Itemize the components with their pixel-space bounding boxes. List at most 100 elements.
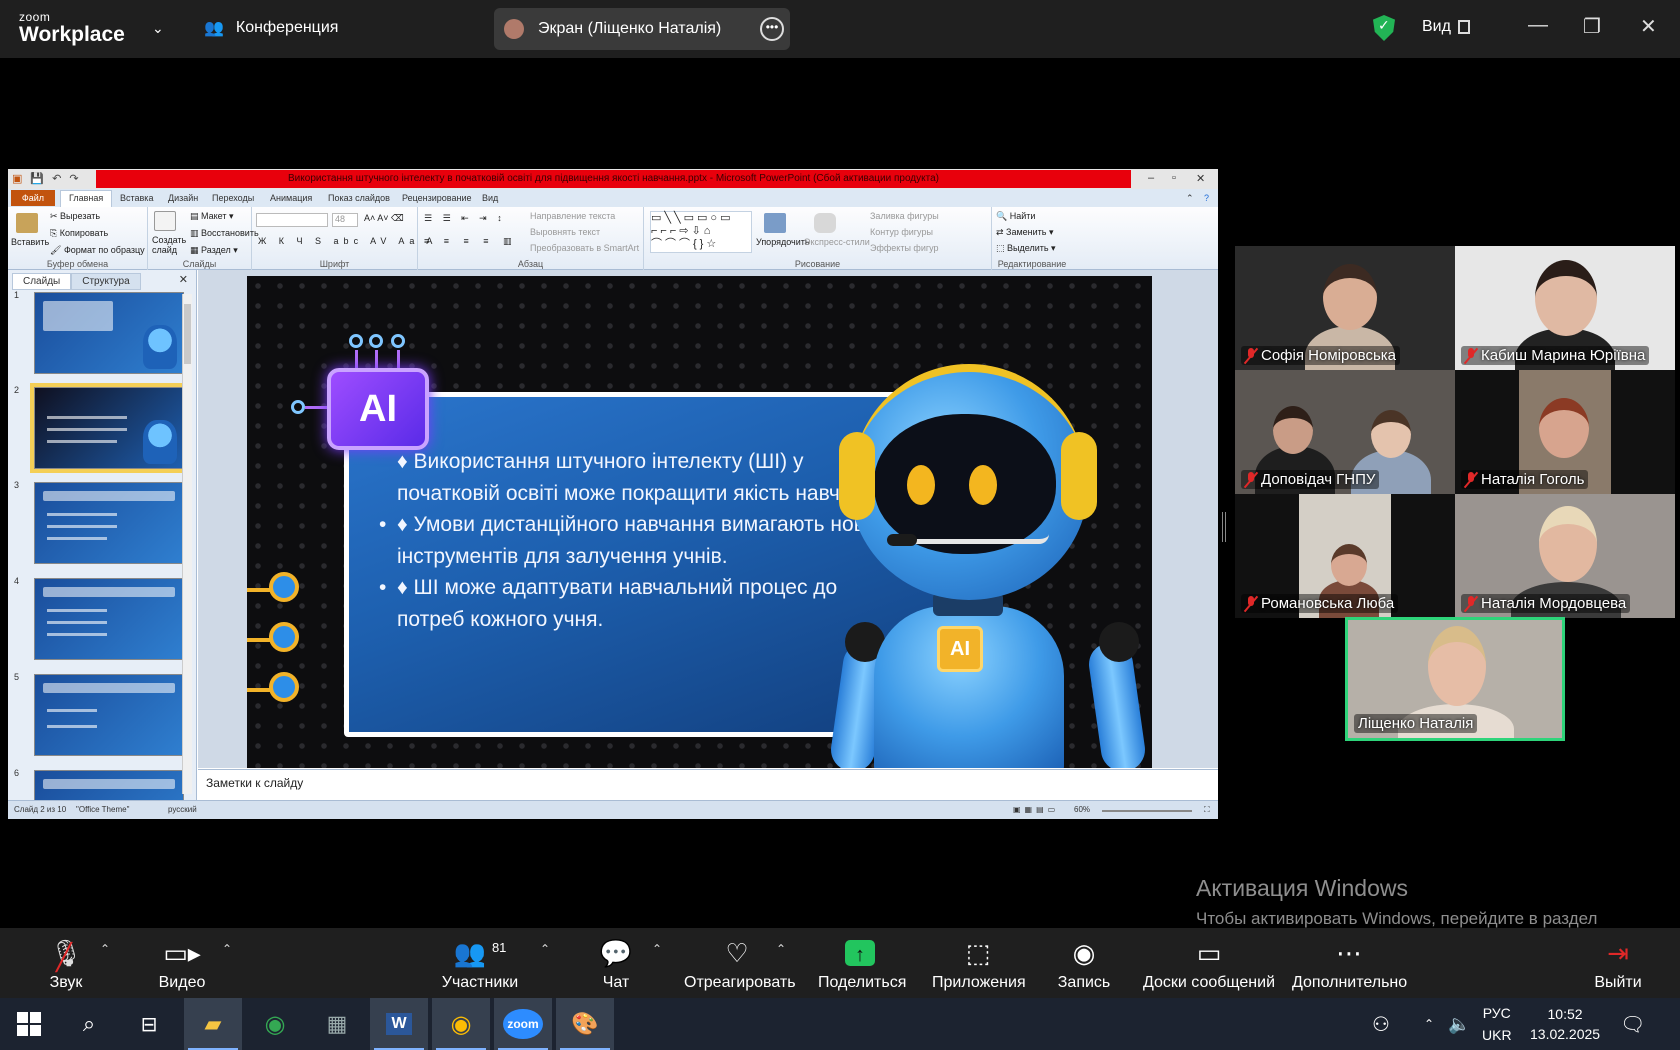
current-slide[interactable]: AI ♦ Використання штучного інтелекту (ШІ… [247, 276, 1152, 768]
new-slide-icon[interactable] [154, 211, 176, 231]
tab-design[interactable]: Дизайн [168, 193, 198, 203]
screen-share-pill[interactable]: Экран (Ліщенко Наталія) ••• [494, 8, 790, 50]
replace-button[interactable]: ⇄ Заменить ▾ [996, 227, 1054, 238]
more-options-icon[interactable]: ••• [760, 17, 784, 41]
share-button[interactable]: Поделиться [818, 936, 906, 992]
tab-animation[interactable]: Анимация [270, 193, 312, 203]
chrome-profile-icon[interactable]: ◉ [432, 998, 490, 1050]
reset-button[interactable]: ▥ Восстановить [190, 228, 259, 239]
whiteboards-button[interactable]: ▭ Доски сообщений [1142, 936, 1276, 992]
new-slide-button[interactable]: Создать слайд [152, 235, 186, 255]
zoom-app-icon[interactable]: zoom [494, 998, 552, 1050]
panel-close-icon[interactable]: ✕ [179, 273, 188, 286]
minimize-icon[interactable]: — [1528, 14, 1548, 37]
zoom-slider[interactable] [1102, 810, 1192, 812]
quick-access-toolbar[interactable]: ▣ 💾 ↶ ↷ [12, 172, 79, 185]
slide-bullets[interactable]: ♦ Використання штучного інтелекту (ШІ) у… [379, 446, 897, 635]
record-button[interactable]: ◉ Запись [1056, 936, 1112, 992]
chevron-down-icon[interactable]: ⌄ [152, 20, 164, 37]
file-explorer-icon[interactable]: ▰ [184, 998, 242, 1050]
format-painter-button[interactable]: 🖌 Формат по образцу [50, 245, 145, 256]
tab-outline[interactable]: Структура [71, 273, 141, 290]
show-hidden-icons[interactable]: ⌃ [1424, 998, 1434, 1050]
align-icons[interactable]: ≡ ≡ ≡ ≡ ▥ [424, 236, 518, 247]
layout-button[interactable]: ▤ Макет ▾ [190, 211, 234, 222]
ribbon-collapse-icon[interactable]: ⌃ [1186, 193, 1194, 204]
tab-transitions[interactable]: Переходы [212, 193, 254, 203]
chat-caret-icon[interactable]: ⌃ [652, 942, 662, 956]
leave-button[interactable]: ⇥ Выйти [1594, 936, 1642, 992]
ppt-minimize-icon[interactable]: – [1148, 172, 1154, 184]
participant-tile[interactable]: Доповідач ГНПУ [1235, 370, 1455, 494]
notes-area[interactable]: Заметки к слайду [198, 769, 1218, 799]
close-icon[interactable]: ✕ [1640, 14, 1657, 39]
save-icon[interactable]: 💾 [30, 172, 44, 185]
react-button[interactable]: ♡ Отреагировать [684, 936, 796, 992]
more-button[interactable]: ⋯ Дополнительно [1292, 936, 1407, 992]
volume-icon[interactable]: 🔈 [1448, 998, 1470, 1050]
paint-icon[interactable]: 🎨 [556, 998, 614, 1050]
notifications-icon[interactable]: 🗨 [1620, 998, 1645, 1050]
participant-tile-active-speaker[interactable]: Ліщенко Наталія [1345, 617, 1565, 741]
ppt-close-icon[interactable]: ✕ [1196, 172, 1205, 185]
people-tray-icon[interactable]: ⚇ [1372, 998, 1390, 1050]
tab-slideshow[interactable]: Показ слайдов [328, 193, 390, 203]
arrange-icon[interactable] [764, 213, 786, 233]
grow-shrink-icons[interactable]: A˄ A˅ ⌫ [364, 213, 404, 224]
video-button[interactable]: ▭▸ Видео [156, 936, 208, 992]
participant-tile[interactable]: Софія Номіровська [1235, 246, 1455, 370]
audio-caret-icon[interactable]: ⌃ [100, 942, 110, 956]
view-layout-icon[interactable] [1458, 20, 1470, 34]
align-text-button[interactable]: Выровнять текст [530, 227, 600, 237]
smartart-button[interactable]: Преобразовать в SmartArt [530, 243, 639, 253]
shapes-gallery[interactable]: ▭╲╲▭▭○▭ ⌐⌐⌐⇨⇩⌂ ⌒⌒⌒{}☆ [650, 211, 752, 253]
shape-effects-button[interactable]: Эффекты фигур [870, 243, 939, 253]
arrange-button[interactable]: Упорядочить [756, 237, 810, 247]
chat-button[interactable]: 💬 Чат [598, 936, 634, 992]
view-mode-icons[interactable]: ▣▦▤▭ [1013, 805, 1059, 814]
redo-icon[interactable]: ↷ [69, 172, 78, 185]
audio-button[interactable]: 🎙 ╱ Звук [44, 936, 88, 992]
shape-outline-button[interactable]: Контур фигуры [870, 227, 933, 237]
undo-icon[interactable]: ↶ [52, 172, 61, 185]
chrome-icon[interactable]: ◉ [246, 998, 304, 1050]
task-view-icon[interactable]: ⊟ [120, 998, 178, 1050]
help-icon[interactable]: ? [1204, 193, 1209, 203]
participant-tile[interactable]: Наталія Мордовцева [1455, 494, 1675, 618]
quick-styles-icon[interactable] [814, 213, 836, 233]
font-name-box[interactable] [256, 213, 328, 227]
video-caret-icon[interactable]: ⌃ [222, 942, 232, 956]
participants-caret-icon[interactable]: ⌃ [540, 942, 550, 956]
font-style-icons[interactable]: Ж К Ч S abc AV Aa A [258, 236, 437, 246]
apps-button[interactable]: ⬚ Приложения [932, 936, 1026, 992]
react-caret-icon[interactable]: ⌃ [776, 942, 786, 956]
view-button[interactable]: Вид [1422, 18, 1451, 36]
participant-tile[interactable]: Наталія Гоголь [1455, 370, 1675, 494]
participants-button[interactable]: 👥 81 Участники [440, 936, 520, 992]
participant-tile[interactable]: Кабиш Марина Юріївна [1455, 246, 1675, 370]
tab-review[interactable]: Рецензирование [402, 193, 472, 203]
word-icon[interactable]: W [370, 998, 428, 1050]
tab-slides[interactable]: Слайды [12, 273, 72, 290]
restore-icon[interactable]: ❐ [1583, 14, 1601, 39]
copy-button[interactable]: ⎘ Копировать [50, 228, 108, 239]
meeting-info-button[interactable]: 👥 Конференция [204, 18, 338, 38]
system-clock[interactable]: 10:52 13.02.2025 [1530, 1004, 1600, 1044]
fit-slide-icon[interactable]: ⛶ [1204, 805, 1210, 815]
section-button[interactable]: ▦ Раздел ▾ [190, 245, 238, 256]
tab-home[interactable]: Главная [60, 190, 113, 207]
text-direction-button[interactable]: Направление текста [530, 211, 615, 221]
select-button[interactable]: ⬚ Выделить ▾ [996, 243, 1056, 254]
participant-tile[interactable]: Романовська Люба [1235, 494, 1455, 618]
security-shield-icon[interactable] [1373, 15, 1395, 41]
tab-file[interactable]: Файл [11, 190, 55, 206]
font-size-box[interactable]: 48 [332, 213, 358, 227]
find-button[interactable]: 🔍 Найти [996, 211, 1035, 222]
paste-button[interactable]: Вставить [11, 237, 49, 247]
tab-insert[interactable]: Вставка [120, 193, 153, 203]
start-button[interactable] [0, 998, 58, 1050]
shape-fill-button[interactable]: Заливка фигуры [870, 211, 939, 221]
paste-icon[interactable] [16, 213, 38, 233]
quick-styles-button[interactable]: Экспресс-стили [804, 237, 870, 247]
list-icons[interactable]: ☰ ☰ ⇤ ⇥ ↕ [424, 213, 506, 224]
